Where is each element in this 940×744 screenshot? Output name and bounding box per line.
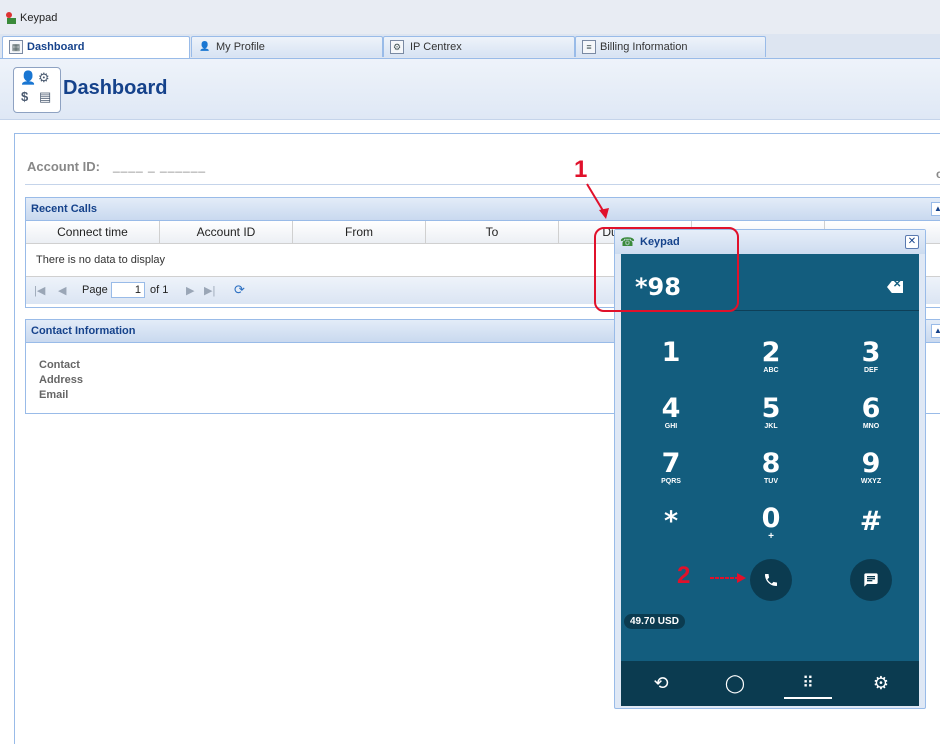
key-7[interactable]: 7 PQRS [641, 450, 701, 486]
keypad-app-icon [6, 12, 16, 24]
message-button[interactable] [850, 559, 892, 601]
key-6[interactable]: 6 MNO [841, 395, 901, 431]
recent-calls-header: Recent Calls ▲ [26, 198, 940, 221]
main-tabs: ▦ Dashboard 👤 My Profile ⚙ IP Centrex ≡ … [0, 34, 940, 59]
address-label: Address [39, 374, 84, 386]
account-id-value: ____ _ ______ [113, 159, 207, 173]
key-digit: 8 [761, 448, 781, 479]
column-header[interactable]: Account ID [160, 221, 293, 243]
email-label: Email [39, 389, 69, 401]
contact-label: Contact [39, 359, 80, 371]
key-5[interactable]: 5 JKL [741, 395, 801, 431]
key-digit: 4 [661, 393, 681, 424]
tab-billing-information[interactable]: ≡ Billing Information [575, 36, 766, 57]
previous-page-icon[interactable]: ◀ [58, 284, 66, 297]
keypad-grid-icon[interactable]: ⠿ [788, 673, 828, 693]
key-8[interactable]: 8 TUV [741, 450, 801, 486]
chat-bubble-icon [864, 573, 878, 587]
refresh-icon[interactable]: ⟳ [234, 282, 245, 298]
gear-icon: ⚙ [390, 40, 404, 54]
key-letters: PQRS [661, 478, 681, 485]
key-2[interactable]: 2 ABC [741, 339, 801, 375]
column-header[interactable]: To [426, 221, 559, 243]
collapse-icon[interactable]: ▲ [931, 324, 940, 338]
key-3[interactable]: 3 DEF [841, 339, 901, 375]
dashboard-icon: ▦ [9, 40, 23, 54]
key-letters: WXYZ [860, 478, 882, 485]
key-letters: GHI [664, 423, 678, 430]
key-digit: 3 [861, 337, 881, 368]
annotation-marker-1: 1 [574, 156, 588, 183]
key-letters: TUV [764, 478, 778, 485]
keypad-body: *98 ✕ 1 2 ABC 3 DEF 4 GHI 5 JKL 6 MNO 7 PQRS 8… [621, 254, 919, 706]
key-digit: 9 [861, 448, 881, 479]
app-title-bar: Keypad [0, 0, 940, 35]
first-page-icon[interactable]: |◀ [34, 284, 45, 297]
annotation-arrow-1 [586, 183, 609, 219]
key-letters: + [768, 531, 774, 542]
dashboard-large-icon: 👤 ⚙ $ ▤ [13, 67, 61, 113]
tab-label: IP Centrex [410, 41, 462, 53]
keypad-footer-nav: ⟲ ◯ ⠿ ⚙ [621, 661, 919, 706]
column-header[interactable]: From [293, 221, 426, 243]
key-9[interactable]: 9 WXYZ [841, 450, 901, 486]
column-header[interactable]: Connect time [26, 221, 160, 243]
dashboard-header: 👤 ⚙ $ ▤ Dashboard [0, 59, 940, 120]
key-hash[interactable]: # [841, 508, 901, 535]
account-id-label: Account ID: [27, 159, 100, 174]
app-title: Keypad [20, 12, 58, 24]
last-page-icon[interactable]: ▶| [204, 284, 215, 297]
key-0[interactable]: 0 + [741, 503, 801, 542]
page-count-label: of 1 [150, 284, 169, 296]
tab-my-profile[interactable]: 👤 My Profile [191, 36, 383, 57]
tab-label: Dashboard [27, 41, 85, 53]
next-page-icon[interactable]: ▶ [186, 284, 194, 297]
key-digit: * [663, 506, 679, 537]
call-button[interactable] [750, 559, 792, 601]
key-digit: 7 [661, 448, 681, 479]
key-4[interactable]: 4 GHI [641, 395, 701, 431]
key-letters: ABC [763, 367, 779, 374]
key-letters: JKL [764, 423, 778, 430]
key-digit: 0 [761, 503, 781, 534]
key-digit: # [859, 506, 883, 537]
key-digit: 5 [761, 393, 781, 424]
divider [25, 184, 940, 185]
chat-icon[interactable]: ◯ [715, 673, 755, 694]
panel-title: Recent Calls [31, 203, 98, 215]
annotation-highlight-box [594, 227, 739, 312]
active-tab-indicator [784, 697, 832, 699]
backspace-icon[interactable]: ✕ [887, 281, 903, 293]
tab-ip-centrex[interactable]: ⚙ IP Centrex [383, 36, 575, 57]
key-letters: DEF [864, 367, 878, 374]
annotation-arrow-2 [710, 573, 746, 583]
tab-label: My Profile [216, 41, 265, 53]
user-icon: 👤 [199, 41, 211, 51]
account-balance: 49.70 USD [624, 614, 685, 629]
tab-label: Billing Information [600, 41, 688, 53]
tab-dashboard[interactable]: ▦ Dashboard [2, 36, 190, 58]
document-icon: ≡ [582, 40, 596, 54]
page-number-input[interactable]: 1 [111, 282, 145, 298]
page-label: Page [82, 284, 108, 296]
key-1[interactable]: 1 [641, 339, 701, 366]
key-digit: 1 [661, 337, 681, 368]
key-digit: 2 [761, 337, 781, 368]
collapse-icon[interactable]: ▲ [931, 202, 940, 216]
page-title: Dashboard [63, 77, 168, 99]
phone-icon [765, 574, 777, 586]
panel-title: Contact Information [31, 325, 136, 337]
settings-icon[interactable]: ⚙ [861, 673, 901, 694]
key-digit: 6 [861, 393, 881, 424]
history-icon[interactable]: ⟲ [641, 673, 681, 694]
key-letters: MNO [862, 423, 880, 430]
close-icon[interactable]: ✕ [905, 235, 919, 249]
truncated-text: c [936, 167, 940, 181]
annotation-marker-2: 2 [677, 562, 691, 589]
key-star[interactable]: * [641, 508, 701, 535]
